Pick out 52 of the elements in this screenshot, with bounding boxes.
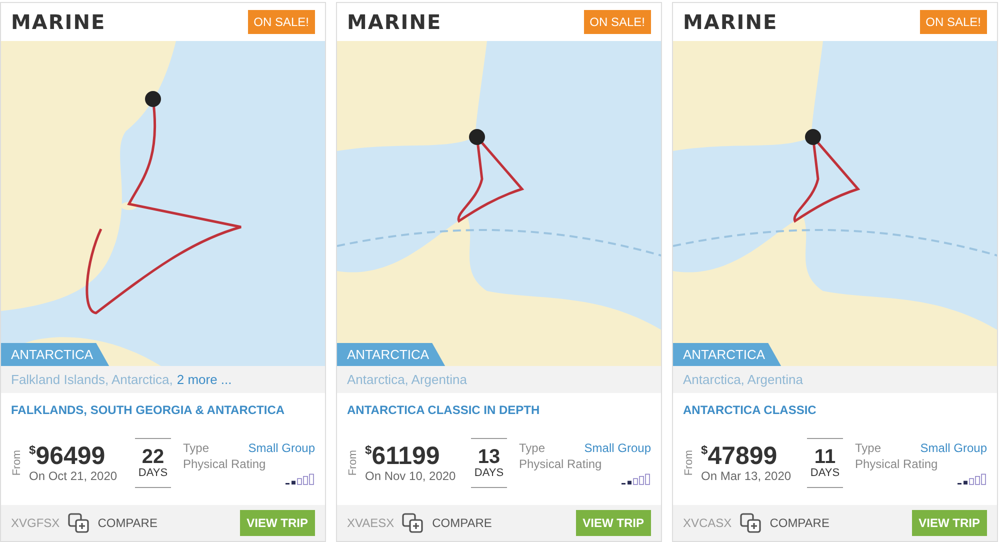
type-value: Small Group: [584, 441, 651, 455]
brand-label: MARINE: [683, 10, 778, 34]
sale-badge: ON SALE!: [920, 10, 987, 34]
from-label: From: [347, 450, 359, 476]
type-label: Type: [519, 441, 546, 455]
compare-label[interactable]: COMPARE: [98, 516, 158, 530]
days-label: DAYS: [138, 467, 168, 479]
compare-icon[interactable]: [740, 513, 762, 533]
days-label: DAYS: [810, 467, 840, 479]
type-value: Small Group: [920, 441, 987, 455]
from-label: From: [683, 450, 695, 476]
departure-date: On Mar 13, 2020: [701, 468, 792, 482]
region-tag[interactable]: ANTARCTICA: [1, 343, 110, 366]
sale-badge: ON SALE!: [248, 10, 315, 34]
type-label: Type: [183, 441, 210, 455]
locations-text: Antarctica, Argentina: [347, 372, 467, 387]
compare-label[interactable]: COMPARE: [432, 516, 492, 530]
region-tag[interactable]: ANTARCTICA: [673, 343, 782, 366]
departure-date: On Nov 10, 2020: [365, 468, 457, 482]
more-link[interactable]: 2 more ...: [176, 372, 232, 387]
brand-label: MARINE: [347, 10, 442, 34]
view-trip-button[interactable]: VIEW TRIP: [576, 510, 651, 536]
from-label: From: [11, 450, 23, 476]
trip-code: XVAESX: [347, 516, 394, 530]
compare-icon[interactable]: [68, 513, 90, 533]
days-count: 13: [478, 447, 500, 467]
compare-icon[interactable]: [402, 513, 424, 533]
brand-label: MARINE: [11, 10, 106, 34]
sale-badge: ON SALE!: [584, 10, 651, 34]
compare-label[interactable]: COMPARE: [770, 516, 830, 530]
trip-code: XVCASX: [683, 516, 732, 530]
days-label: DAYS: [474, 467, 504, 479]
days-count: 11: [814, 447, 836, 467]
price: $^{$}$96499: [29, 444, 106, 468]
price: $^{$}$47899: [701, 444, 778, 468]
type-value: Small Group: [248, 441, 315, 455]
rating-label: Physical Rating: [183, 457, 266, 471]
view-trip-button[interactable]: VIEW TRIP: [240, 510, 315, 536]
rating-label: Physical Rating: [855, 457, 938, 471]
region-tag[interactable]: ANTARCTICA: [337, 343, 446, 366]
trip-title[interactable]: FALKLANDS, SOUTH GEORGIA & ANTARCTICA: [1, 393, 325, 431]
locations-text: Falkland Islands, Antarctica,: [11, 372, 173, 387]
locations-text: Antarctica, Argentina: [683, 372, 803, 387]
view-trip-button[interactable]: VIEW TRIP: [912, 510, 987, 536]
trip-title[interactable]: ANTARCTICA CLASSIC: [673, 393, 997, 431]
price: $^{$}$61199: [365, 444, 441, 468]
rating-label: Physical Rating: [519, 457, 602, 471]
departure-date: On Oct 21, 2020: [29, 468, 118, 482]
days-count: 22: [142, 447, 164, 467]
trip-code: XVGFSX: [11, 516, 60, 530]
trip-title[interactable]: ANTARCTICA CLASSIC IN DEPTH: [337, 393, 661, 431]
type-label: Type: [855, 441, 882, 455]
